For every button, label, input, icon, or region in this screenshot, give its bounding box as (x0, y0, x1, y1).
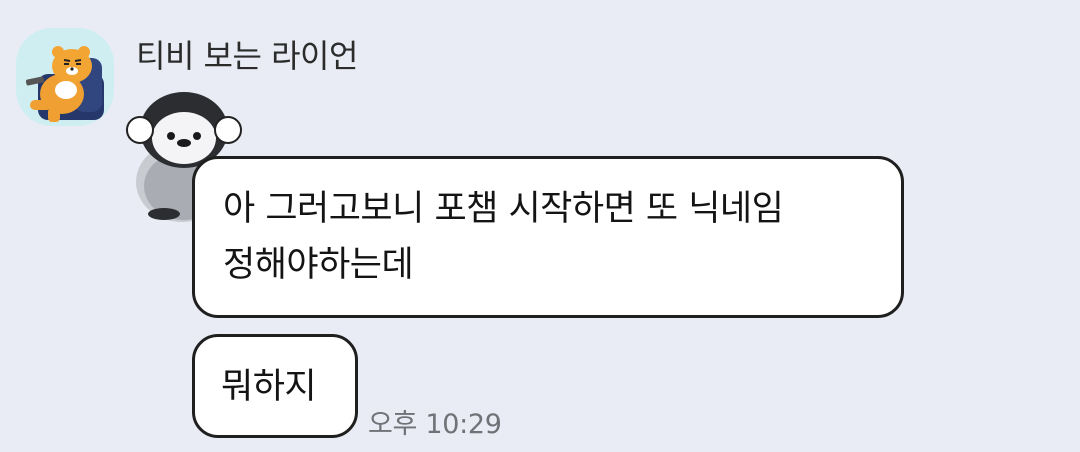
message-text: 뭐하지 (221, 367, 317, 407)
message-bubble[interactable]: 아 그러고보니 포챔 시작하면 또 닉네임 정해야하는데 (192, 156, 904, 318)
message-text: 아 그러고보니 포챔 시작하면 또 닉네임 (223, 189, 784, 229)
sender-avatar[interactable] (16, 28, 114, 126)
message-text: 정해야하는데 (223, 245, 414, 285)
ryan-lion-on-sofa-avatar (16, 28, 114, 126)
sender-name[interactable]: 티비 보는 라이언 (136, 36, 358, 76)
message-bubble[interactable]: 뭐하지 (192, 334, 358, 438)
message-timestamp: 오후 10:29 (368, 409, 502, 440)
